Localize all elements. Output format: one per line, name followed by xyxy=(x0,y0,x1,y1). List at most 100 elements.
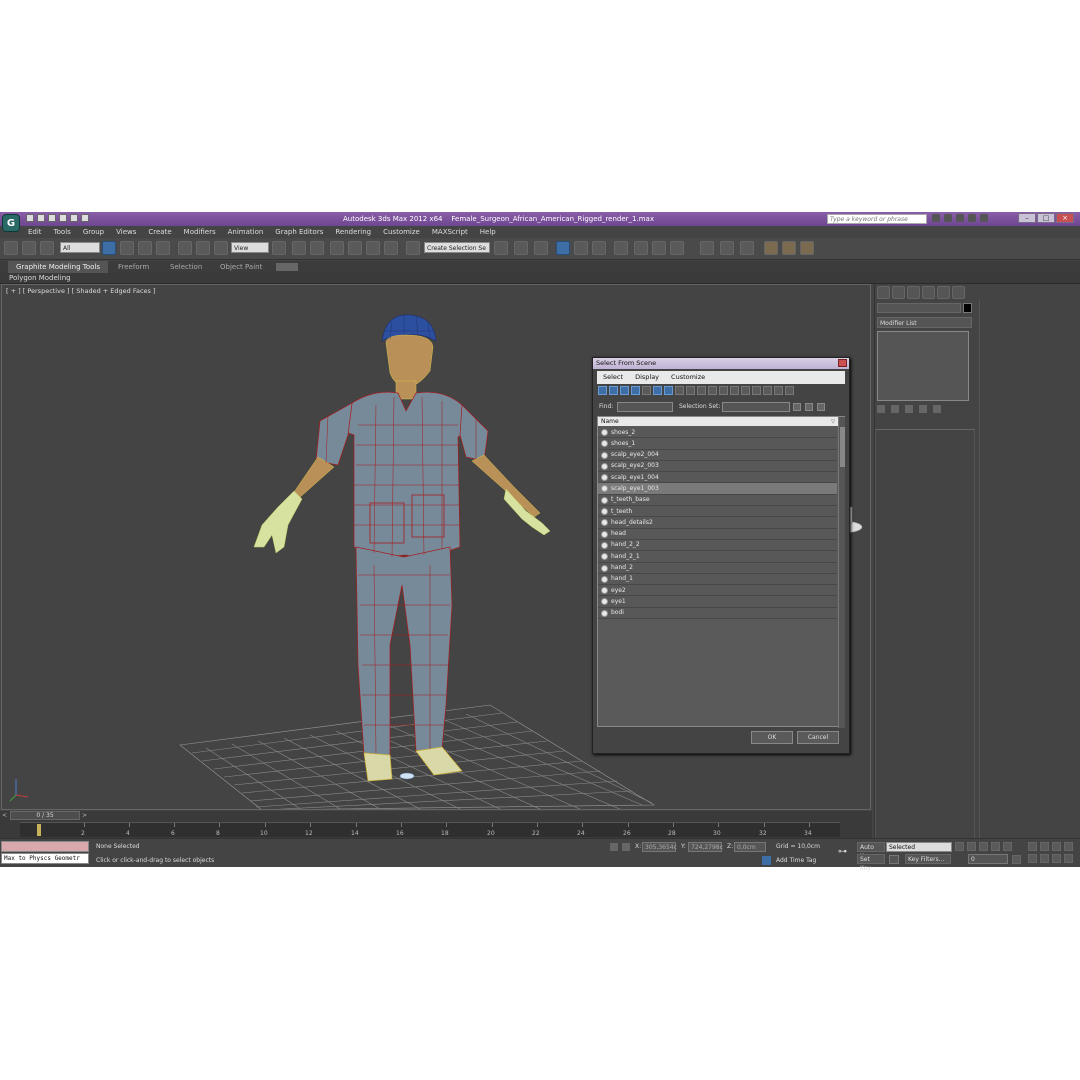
tab-selection[interactable]: Selection xyxy=(162,261,210,273)
redo-icon[interactable] xyxy=(70,214,78,222)
track-bar[interactable]: 2 4 6 8 10 12 14 16 18 20 22 24 26 28 30… xyxy=(20,822,840,837)
mirror-icon[interactable] xyxy=(494,241,508,255)
display-shapes-icon[interactable] xyxy=(609,386,618,395)
help-icon[interactable] xyxy=(980,214,988,222)
list-item[interactable]: eye1 xyxy=(598,596,837,608)
list-item[interactable]: shoes_1 xyxy=(598,438,837,450)
reference-coordinate-dropdown[interactable]: View xyxy=(231,242,269,253)
pin-stack-icon[interactable] xyxy=(877,405,885,413)
create-tab-icon[interactable] xyxy=(877,286,890,299)
maxscript-listener-mini[interactable] xyxy=(1,841,89,852)
tab-graphite-modeling-tools[interactable]: Graphite Modeling Tools xyxy=(8,261,109,273)
list-item[interactable]: scalp_eye2_004 xyxy=(598,449,837,461)
display-cameras-icon[interactable] xyxy=(631,386,640,395)
play-icon[interactable] xyxy=(979,842,988,851)
display-frozen-icon[interactable] xyxy=(708,386,717,395)
make-unique-icon[interactable] xyxy=(905,405,913,413)
spinner-snap-icon[interactable] xyxy=(384,241,398,255)
edit-named-selection-icon[interactable] xyxy=(406,241,420,255)
add-time-tag-button[interactable]: Add Time Tag xyxy=(776,857,816,864)
menu-graph-editors[interactable]: Graph Editors xyxy=(269,228,329,236)
angle-snap-icon[interactable] xyxy=(348,241,362,255)
display-all-icon[interactable] xyxy=(730,386,739,395)
display-bones-icon[interactable] xyxy=(686,386,695,395)
rotate-icon[interactable] xyxy=(196,241,210,255)
material-editor-icon[interactable] xyxy=(614,241,628,255)
menu-maxscript[interactable]: MAXScript xyxy=(426,228,474,236)
render-setup-icon[interactable] xyxy=(634,241,648,255)
time-tag-icon[interactable] xyxy=(762,856,771,865)
maxscript-input[interactable]: Max to Physcs Geometr xyxy=(1,853,89,864)
x-coordinate-field[interactable]: 305,3654c xyxy=(642,842,677,852)
maximize-viewport-icon[interactable] xyxy=(1064,854,1073,863)
list-scrollbar[interactable] xyxy=(838,417,845,728)
object-name-field[interactable] xyxy=(877,303,961,313)
select-set-icon[interactable] xyxy=(817,403,825,411)
select-object-icon[interactable] xyxy=(102,241,116,255)
modify-tab-icon[interactable] xyxy=(892,286,905,299)
orbit-icon[interactable] xyxy=(1052,854,1061,863)
display-helpers-icon[interactable] xyxy=(642,386,651,395)
menu-edit[interactable]: Edit xyxy=(22,228,48,236)
modifier-list-dropdown[interactable]: Modifier List xyxy=(877,317,972,328)
filter-options-icon[interactable] xyxy=(785,386,794,395)
field-of-view-icon[interactable] xyxy=(1028,854,1037,863)
menu-create[interactable]: Create xyxy=(142,228,177,236)
schematic-view-icon[interactable] xyxy=(592,241,606,255)
menu-modifiers[interactable]: Modifiers xyxy=(178,228,222,236)
rendered-frame-window-icon[interactable] xyxy=(652,241,666,255)
list-item-selected[interactable]: scalp_eye1_003 xyxy=(598,483,837,495)
search-input[interactable]: Type a keyword or phrase xyxy=(827,214,927,224)
create-selection-set-icon[interactable] xyxy=(793,403,801,411)
dialog-menu-select[interactable]: Select xyxy=(597,371,629,384)
find-input[interactable] xyxy=(617,402,673,412)
list-item[interactable]: eye2 xyxy=(598,585,837,597)
list-item[interactable]: hand_2_2 xyxy=(598,539,837,552)
sort-icon[interactable]: ▽ xyxy=(831,418,835,427)
plugin-tool-4-icon[interactable] xyxy=(764,241,778,255)
tab-object-paint[interactable]: Object Paint xyxy=(212,261,270,273)
window-crossing-icon[interactable] xyxy=(156,241,170,255)
maximize-button[interactable]: □ xyxy=(1037,213,1055,223)
dialog-title-bar[interactable]: Select From Scene xyxy=(593,358,849,369)
time-slider-right-arrow[interactable]: > xyxy=(82,812,87,819)
plugin-tool-3-icon[interactable] xyxy=(740,241,754,255)
scrollbar-thumb[interactable] xyxy=(840,427,845,467)
remove-selection-set-icon[interactable] xyxy=(805,403,813,411)
zoom-extents-all-icon[interactable] xyxy=(1064,842,1073,851)
y-coordinate-field[interactable]: 724,2798c xyxy=(688,842,723,852)
plugin-tool-6-icon[interactable] xyxy=(800,241,814,255)
list-item[interactable]: t_teeth_base xyxy=(598,494,837,507)
z-coordinate-field[interactable]: 0,0cm xyxy=(734,842,766,852)
auto-key-button[interactable]: Auto Key xyxy=(857,842,885,860)
list-item[interactable]: hand_2_1 xyxy=(598,551,837,563)
go-to-end-icon[interactable] xyxy=(1003,842,1012,851)
menu-animation[interactable]: Animation xyxy=(222,228,270,236)
motion-tab-icon[interactable] xyxy=(922,286,935,299)
close-button[interactable]: × xyxy=(1056,213,1074,223)
snaps-toggle-icon[interactable] xyxy=(330,241,344,255)
select-and-link-icon[interactable] xyxy=(4,241,18,255)
communication-icon[interactable] xyxy=(956,214,964,222)
previous-frame-icon[interactable] xyxy=(967,842,976,851)
list-item[interactable]: scalp_eye2_003 xyxy=(598,460,837,473)
menu-help[interactable]: Help xyxy=(474,228,502,236)
scale-icon[interactable] xyxy=(214,241,228,255)
set-key-button[interactable]: Set Key xyxy=(857,854,885,872)
selection-filter-dropdown[interactable]: All xyxy=(60,242,100,253)
zoom-extents-icon[interactable] xyxy=(1052,842,1061,851)
display-spacewarps-icon[interactable] xyxy=(653,386,662,395)
hierarchy-tab-icon[interactable] xyxy=(907,286,920,299)
keyboard-shortcut-icon[interactable] xyxy=(310,241,324,255)
show-end-result-icon[interactable] xyxy=(891,405,899,413)
display-hidden-icon[interactable] xyxy=(719,386,728,395)
time-cursor[interactable] xyxy=(37,824,41,836)
name-column-header[interactable]: Name ▽ xyxy=(598,417,838,426)
tab-freeform[interactable]: Freeform xyxy=(110,261,157,273)
list-item[interactable]: head_details2 xyxy=(598,517,837,529)
cancel-button[interactable]: Cancel xyxy=(797,731,839,744)
plugin-tool-1-icon[interactable] xyxy=(700,241,714,255)
absolute-mode-icon[interactable] xyxy=(622,843,630,851)
named-selection-dropdown[interactable]: Create Selection Se xyxy=(424,242,490,253)
new-file-icon[interactable] xyxy=(26,214,34,222)
